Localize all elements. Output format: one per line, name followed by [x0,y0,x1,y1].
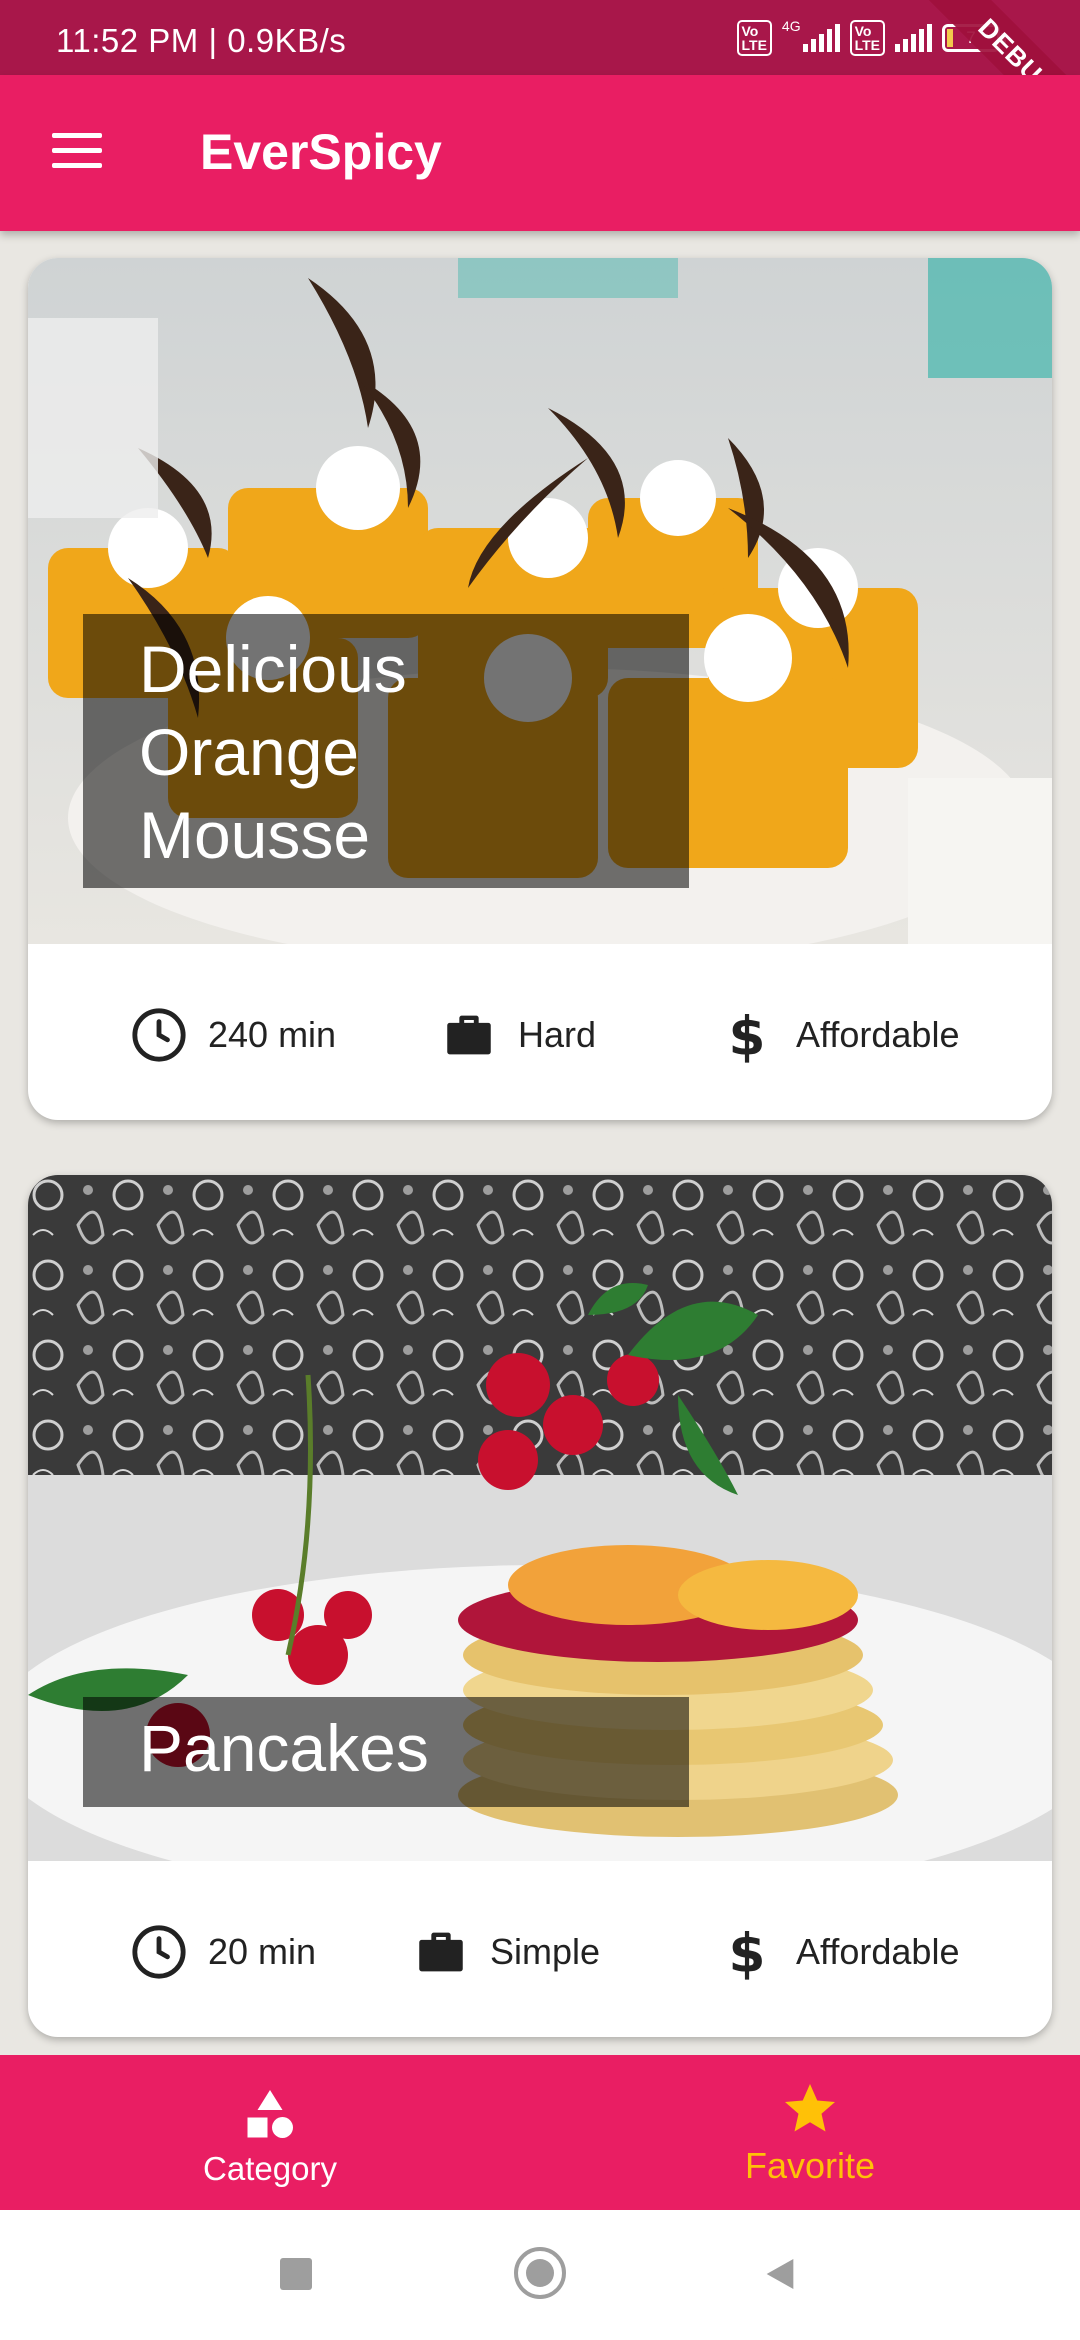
meal-title-line: Pancakes [139,1711,429,1785]
affordability-info: $ Affordable [718,1006,960,1064]
nav-item-favorite[interactable]: Favorite [540,2055,1080,2210]
nav-label-category: Category [203,2150,337,2187]
affordability-text: Affordable [796,1931,960,1972]
system-navigation-bar [0,2210,1080,2340]
signal-icon-2 [895,24,932,52]
complexity-text: Hard [518,1014,597,1055]
duration-info: 240 min [130,1006,336,1064]
affordability-text: Affordable [796,1014,960,1055]
meal-title-line: Delicious [139,632,407,706]
app-bar: EverSpicy [0,75,1080,231]
meal-title: Pancakes [83,1697,689,1807]
affordability-info: $ Affordable [718,1923,960,1981]
network-type-label: 4G [781,18,801,34]
recent-apps-button[interactable] [280,2258,312,2290]
briefcase-icon [419,1932,463,1972]
home-button[interactable] [514,2247,566,2299]
status-bar: 11:52 PM | 0.9KB/s VoLTE 4G VoLTE 7 DEBU… [0,0,1080,159]
dollar-icon: $ [729,1923,766,1981]
clock-icon [132,1008,186,1062]
meal-card-orange-mousse[interactable]: Delicious Orange Mousse 240 min Hard $ A… [28,258,1052,1120]
duration-info: 20 min [130,1923,316,1981]
signal-icon [802,24,840,52]
hamburger-menu-icon[interactable] [52,133,102,169]
back-button[interactable] [760,2254,800,2294]
nav-item-category[interactable]: Category [0,2055,540,2210]
shapes-icon [247,2090,293,2138]
star-icon [785,2084,835,2132]
app-title: EverSpicy [200,124,442,180]
meal-info-row: 20 min Simple $ Affordable [28,1861,1052,2037]
svg-text:$: $ [729,1923,766,1981]
bottom-navigation: Category Favorite [0,2055,1080,2210]
nav-label-favorite: Favorite [744,2145,876,2186]
complexity-info: Simple [412,1923,600,1981]
meal-info-row: 240 min Hard $ Affordable [28,944,1052,1120]
volte-icon-2: Vo LTE [849,20,885,56]
dollar-icon: $ [729,1006,766,1064]
meal-card-pancakes[interactable]: Pancakes 20 min Simple $ Affordable [28,1175,1052,2037]
clock-icon [132,1925,186,1979]
meal-title-line: Orange [139,715,360,789]
duration-text: 20 min [208,1931,317,1972]
complexity-info: Hard [440,1006,596,1064]
volte-icon: Vo LTE [736,20,772,56]
briefcase-icon [447,1015,491,1055]
meal-title-line: Mousse [139,798,371,872]
meal-title: Delicious Orange Mousse [83,614,689,888]
duration-text: 240 min [208,1014,337,1055]
svg-text:$: $ [729,1006,766,1064]
status-time: 11:52 PM | 0.9KB/s [56,22,347,59]
complexity-text: Simple [490,1931,601,1972]
